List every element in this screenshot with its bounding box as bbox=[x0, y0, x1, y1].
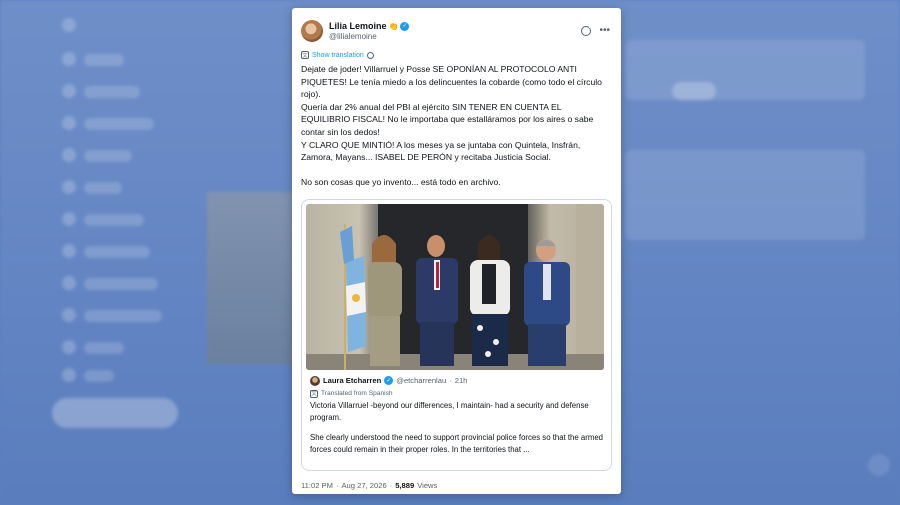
tweet-header: Lilia Lemoine 👏 ✓ @lilialemoine ••• bbox=[301, 14, 612, 48]
bg-explore-icon bbox=[62, 84, 76, 98]
tweet-time[interactable]: 11:02 PM bbox=[301, 481, 333, 490]
bg-sidebar-item bbox=[84, 86, 140, 98]
verified-badge-icon: ✓ bbox=[384, 376, 394, 386]
quote-content: Laura Etcharren ✓ @etcharrenlau · 21h 文 … bbox=[306, 370, 607, 455]
bg-right-panel bbox=[625, 150, 865, 240]
quote-time[interactable]: 21h bbox=[455, 376, 468, 385]
grok-icon[interactable] bbox=[581, 24, 594, 36]
show-translation-link[interactable]: Show translation bbox=[312, 52, 364, 59]
verified-badge-icon: ✓ bbox=[400, 21, 410, 31]
views-label: Views bbox=[417, 480, 438, 490]
translate-icon: 文 bbox=[301, 51, 309, 59]
bg-communities-icon bbox=[62, 276, 76, 290]
tweet-meta: 11:02 PM · Aug 27, 2026 · 5,889 Views bbox=[301, 481, 612, 490]
quote-author-name[interactable]: Laura Etcharren bbox=[323, 376, 381, 385]
bg-notifications-icon bbox=[62, 116, 76, 130]
bg-bookmarks-icon bbox=[62, 244, 76, 258]
bg-grok-icon bbox=[62, 180, 76, 194]
quote-tweet-card[interactable]: Laura Etcharren ✓ @etcharrenlau · 21h 文 … bbox=[301, 198, 612, 471]
bg-sidebar-item bbox=[84, 246, 150, 258]
quote-photo[interactable] bbox=[306, 203, 604, 370]
clapping-hands-icon: 👏 bbox=[388, 21, 399, 31]
bg-subscribe-button bbox=[672, 82, 716, 100]
bg-sidebar-item bbox=[84, 214, 144, 226]
bg-sidebar-item bbox=[84, 342, 124, 354]
meta-separator: · bbox=[389, 480, 393, 490]
quote-author-row: Laura Etcharren ✓ @etcharrenlau · 21h bbox=[310, 375, 603, 386]
bg-logo-icon bbox=[62, 18, 76, 32]
bg-messages-icon bbox=[62, 148, 76, 162]
tweet-card: Lilia Lemoine 👏 ✓ @lilialemoine ••• 文 Sh… bbox=[292, 8, 621, 494]
bg-post-button bbox=[52, 398, 178, 428]
bg-profile-icon bbox=[62, 340, 76, 354]
bg-home-icon bbox=[62, 52, 76, 66]
translate-icon: 文 bbox=[310, 389, 318, 398]
translation-row: 文 Show translation bbox=[301, 51, 612, 59]
author-block: Lilia Lemoine 👏 ✓ @lilialemoine bbox=[329, 21, 410, 41]
quote-paragraph: Victoria Villarruel -beyond our differen… bbox=[310, 400, 589, 422]
author-name[interactable]: Lilia Lemoine bbox=[329, 21, 387, 31]
translation-settings-icon[interactable] bbox=[366, 51, 374, 59]
author-avatar[interactable] bbox=[301, 20, 323, 42]
views-count: 5,889 bbox=[395, 480, 415, 490]
bg-right-panel bbox=[625, 40, 865, 100]
bg-sidebar-item bbox=[84, 54, 124, 66]
quote-text: Victoria Villarruel -beyond our differen… bbox=[310, 400, 603, 455]
photo-illustration bbox=[306, 203, 604, 370]
bg-sidebar-item bbox=[84, 310, 162, 322]
tweet-text: Dejate de joder! Villarruel y Posse SE O… bbox=[301, 63, 612, 189]
bg-premium-icon bbox=[62, 308, 76, 322]
tweet-paragraph: Dejate de joder! Villarruel y Posse SE O… bbox=[301, 64, 605, 100]
quote-author-handle[interactable]: @etcharrenlau bbox=[396, 376, 446, 385]
header-actions: ••• bbox=[581, 24, 612, 36]
tweet-paragraph: Y CLARO QUE MINTIÓ! A los meses ya se ju… bbox=[301, 139, 583, 163]
quote-translated-label: Translated from Spanish bbox=[321, 390, 393, 398]
author-name-row: Lilia Lemoine 👏 ✓ bbox=[329, 21, 410, 31]
bg-sidebar-item bbox=[84, 118, 154, 130]
tweet-paragraph: No son cosas que yo invento... está todo… bbox=[301, 177, 501, 188]
quote-translated-row: 文 Translated from Spanish bbox=[310, 389, 603, 398]
bg-lists-icon bbox=[62, 212, 76, 226]
tweet-paragraph: Quería dar 2% anual del PBI al ejército … bbox=[301, 101, 596, 137]
author-handle[interactable]: @lilialemoine bbox=[329, 32, 409, 41]
meta-separator: · bbox=[335, 480, 339, 490]
bg-sidebar-item bbox=[84, 182, 122, 194]
bg-sidebar-item bbox=[84, 370, 114, 382]
bg-sidebar-item bbox=[84, 278, 158, 290]
bg-more-icon bbox=[62, 368, 76, 382]
bg-fab bbox=[868, 454, 890, 476]
bg-photo bbox=[207, 192, 293, 364]
bg-sidebar-item bbox=[84, 150, 132, 162]
tweet-date[interactable]: Aug 27, 2026 bbox=[341, 481, 386, 490]
quote-separator: · bbox=[449, 376, 452, 386]
more-options-icon[interactable]: ••• bbox=[599, 26, 610, 36]
quote-author-avatar[interactable] bbox=[310, 375, 320, 386]
quote-paragraph: She clearly understood the need to suppo… bbox=[310, 433, 603, 454]
